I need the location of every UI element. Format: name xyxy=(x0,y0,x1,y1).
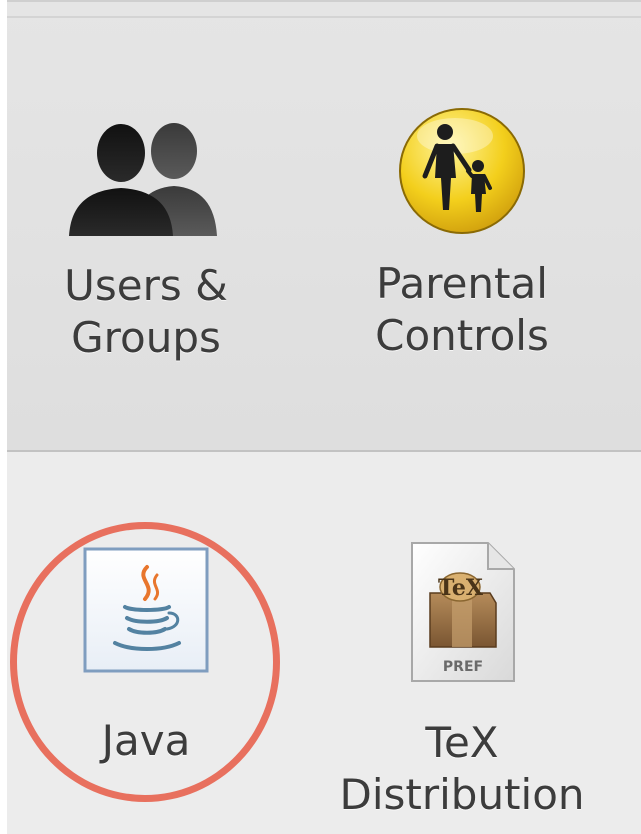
section-divider xyxy=(7,16,641,18)
pref-item-users-groups[interactable]: Users & Groups xyxy=(16,118,276,364)
tex-pref-icon: TeX PREF xyxy=(411,542,515,682)
java-icon xyxy=(83,547,209,673)
pref-label-parental-controls: Parental Controls xyxy=(375,259,549,360)
pref-label-java: Java xyxy=(101,716,191,765)
system-preferences-window: Users & Groups Parental Controls Java Te… xyxy=(0,0,641,834)
pref-item-tex-distribution[interactable]: TeX PREF TeX Distribution xyxy=(332,542,592,821)
svg-text:TeX: TeX xyxy=(438,575,484,601)
pref-item-parental-controls[interactable]: Parental Controls xyxy=(332,108,592,362)
window-left-edge xyxy=(0,0,7,834)
pref-label-users-groups: Users & Groups xyxy=(64,261,228,362)
parental-controls-icon xyxy=(399,108,525,234)
users-groups-icon xyxy=(69,123,217,236)
pref-label-tex-distribution: TeX Distribution xyxy=(339,718,585,819)
pref-item-java[interactable]: Java xyxy=(16,545,276,767)
svg-text:PREF: PREF xyxy=(443,659,483,675)
